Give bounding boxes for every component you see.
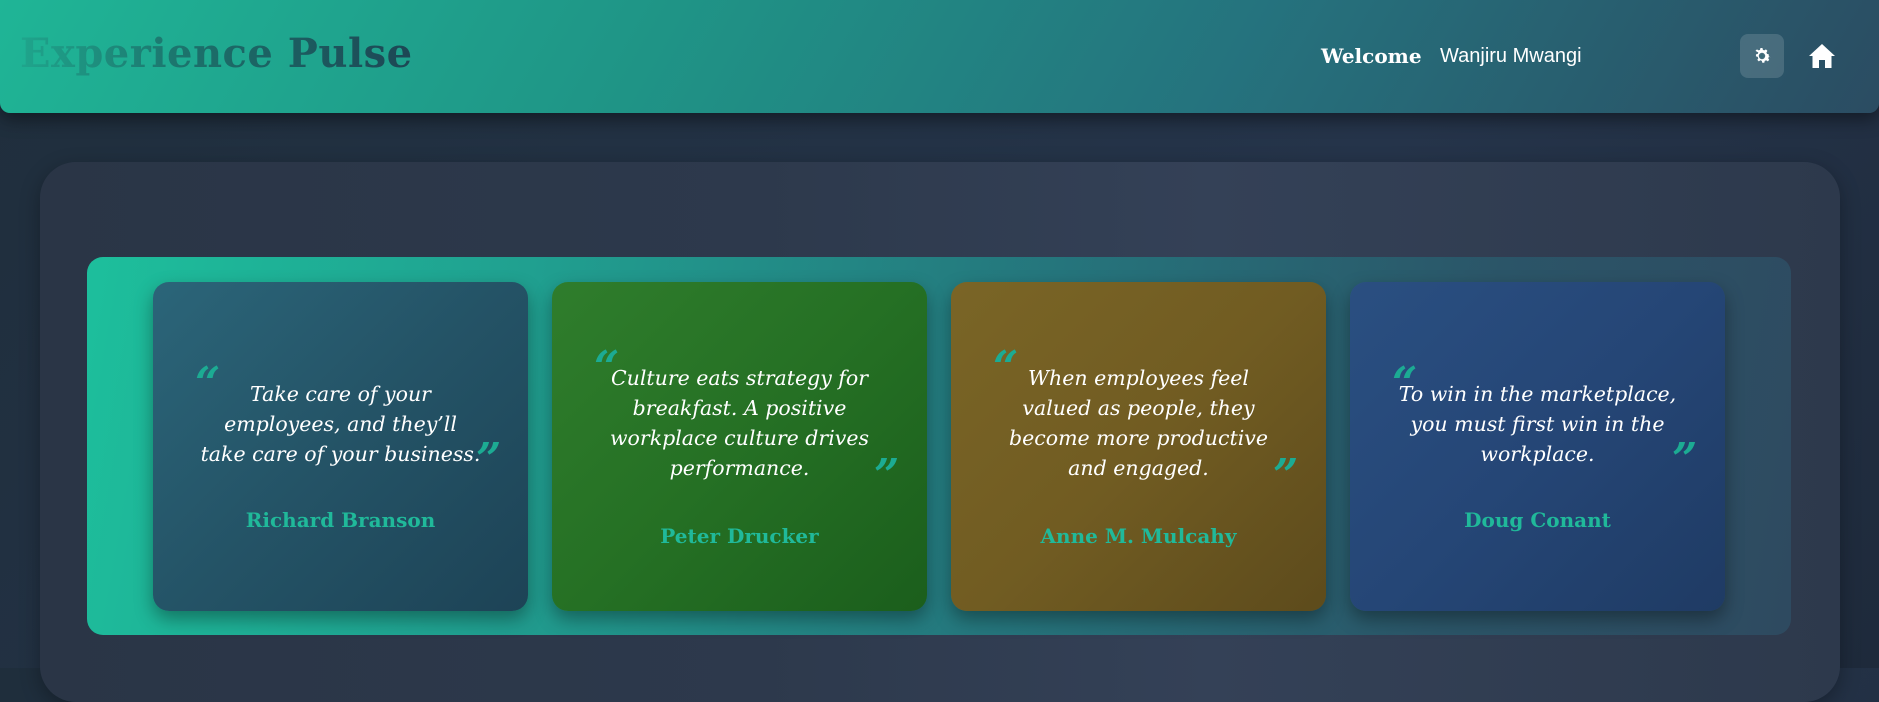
quote-text: When employees feel valued as people, th… bbox=[1009, 366, 1268, 480]
quote-author: Peter Drucker bbox=[660, 524, 819, 548]
close-quote-icon: ” bbox=[874, 450, 900, 501]
quote-card-anne-mulcahy: “ When employees feel valued as people, … bbox=[951, 282, 1326, 611]
quote-card-richard-branson: “ Take care of your employees, and they’… bbox=[153, 282, 528, 611]
quote-author: Doug Conant bbox=[1464, 508, 1611, 532]
user-name: Wanjiru Mwangi bbox=[1440, 45, 1582, 67]
quote-text: Culture eats strategy for breakfast. A p… bbox=[610, 366, 869, 480]
welcome-label: Welcome bbox=[1321, 44, 1422, 68]
close-quote-icon: ” bbox=[1672, 434, 1698, 485]
brand-title: Experience Pulse bbox=[20, 30, 413, 77]
quote-card-peter-drucker: “ Culture eats strategy for breakfast. A… bbox=[552, 282, 927, 611]
quote-text: Take care of your employees, and they’ll… bbox=[200, 382, 481, 466]
gear-icon bbox=[1755, 48, 1771, 63]
quote-author: Anne M. Mulcahy bbox=[1040, 524, 1237, 548]
close-quote-icon: ” bbox=[1273, 450, 1299, 501]
top-header: Experience Pulse Welcome Wanjiru Mwangi bbox=[0, 0, 1879, 113]
close-quote-icon: ” bbox=[476, 434, 502, 485]
settings-button[interactable] bbox=[1740, 34, 1784, 78]
quote-text: To win in the marketplace, you must firs… bbox=[1398, 382, 1677, 466]
home-button[interactable] bbox=[1800, 34, 1844, 78]
quote-author: Richard Branson bbox=[245, 508, 436, 532]
quote-card-doug-conant: “ To win in the marketplace, you must fi… bbox=[1350, 282, 1725, 611]
home-icon bbox=[1809, 44, 1835, 68]
